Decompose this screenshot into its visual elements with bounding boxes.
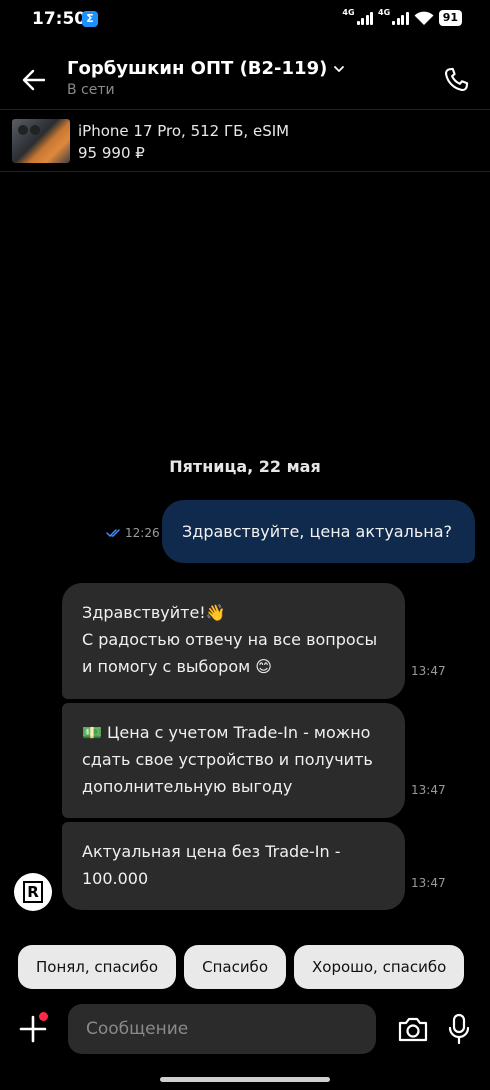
status-indicators: 4G 4G 91 [342,7,462,26]
app-notification-icon: Σ [82,11,98,27]
message-line: 💵 Цена с учетом Trade-In - можно [82,723,371,742]
message-line: дополнительную выгоду [82,777,293,796]
message-line: сдать свое устройство и получить [82,750,373,769]
product-name: iPhone 17 Pro, 512 ГБ, eSIM [78,122,290,140]
incoming-message[interactable]: Актуальная цена без Trade-In - 100.000 [62,822,405,910]
chevron-down-icon [334,65,345,72]
status-time: 17:50 [32,9,87,29]
status-bar: 17:50 Σ 4G 4G 91 [0,0,490,38]
date-separator: Пятница, 22 мая [169,457,321,476]
outgoing-message-time: 12:26 [125,526,160,540]
message-line: 100.000 [82,869,149,888]
seller-avatar[interactable]: R [14,873,52,911]
phone-icon[interactable] [442,66,470,94]
read-checkmarks-icon [106,529,120,538]
product-listing-card[interactable]: iPhone 17 Pro, 512 ГБ, eSIM 95 990 ₽ [0,110,490,172]
signal-icon [356,11,374,25]
incoming-message-time: 13:47 [411,876,446,890]
quick-reply-button[interactable]: Хорошо, спасибо [294,945,465,989]
message-line: Актуальная цена без Trade-In - [82,842,341,861]
message-input[interactable] [68,1004,376,1054]
network-type-1: 4G [342,7,355,17]
message-line: Здравствуйте!👋 [82,603,226,622]
avatar-logo-icon: R [23,881,43,903]
message-line: С радостью отвечу на все вопросы [82,630,378,649]
wifi-icon [414,11,434,25]
message-line: и помогу с выбором 😊 [82,657,272,676]
quick-replies: Понял, спасибо Спасибо Хорошо, спасибо [18,945,465,989]
network-type-2: 4G [378,7,391,17]
product-price: 95 990 ₽ [78,144,145,162]
microphone-icon[interactable] [445,1012,473,1046]
battery-indicator: 91 [438,10,462,26]
chat-title-text: Горбушкин ОПТ (B2-119) [67,58,328,79]
incoming-message-time: 13:47 [411,664,446,678]
incoming-message[interactable]: Здравствуйте!👋 С радостью отвечу на все … [62,583,405,699]
online-status: В сети [67,82,115,98]
outgoing-message-text: Здравствуйте, цена актуальна? [182,521,453,541]
back-arrow-icon[interactable] [20,66,48,94]
chat-title[interactable]: Горбушкин ОПТ (B2-119) [67,58,345,79]
outgoing-message[interactable]: Здравствуйте, цена актуальна? [162,500,475,563]
incoming-message[interactable]: 💵 Цена с учетом Trade-In - можно сдать с… [62,703,405,818]
product-thumbnail [12,119,70,163]
signal-icon-2 [392,11,409,25]
camera-icon[interactable] [396,1014,430,1044]
notification-dot [39,1012,48,1021]
quick-reply-button[interactable]: Спасибо [184,945,286,989]
incoming-message-time: 13:47 [411,783,446,797]
home-indicator[interactable] [160,1077,330,1082]
quick-reply-button[interactable]: Понял, спасибо [18,945,177,989]
chat-header: Горбушкин ОПТ (B2-119) В сети [0,50,490,110]
outgoing-message-meta: 12:26 [106,526,160,540]
